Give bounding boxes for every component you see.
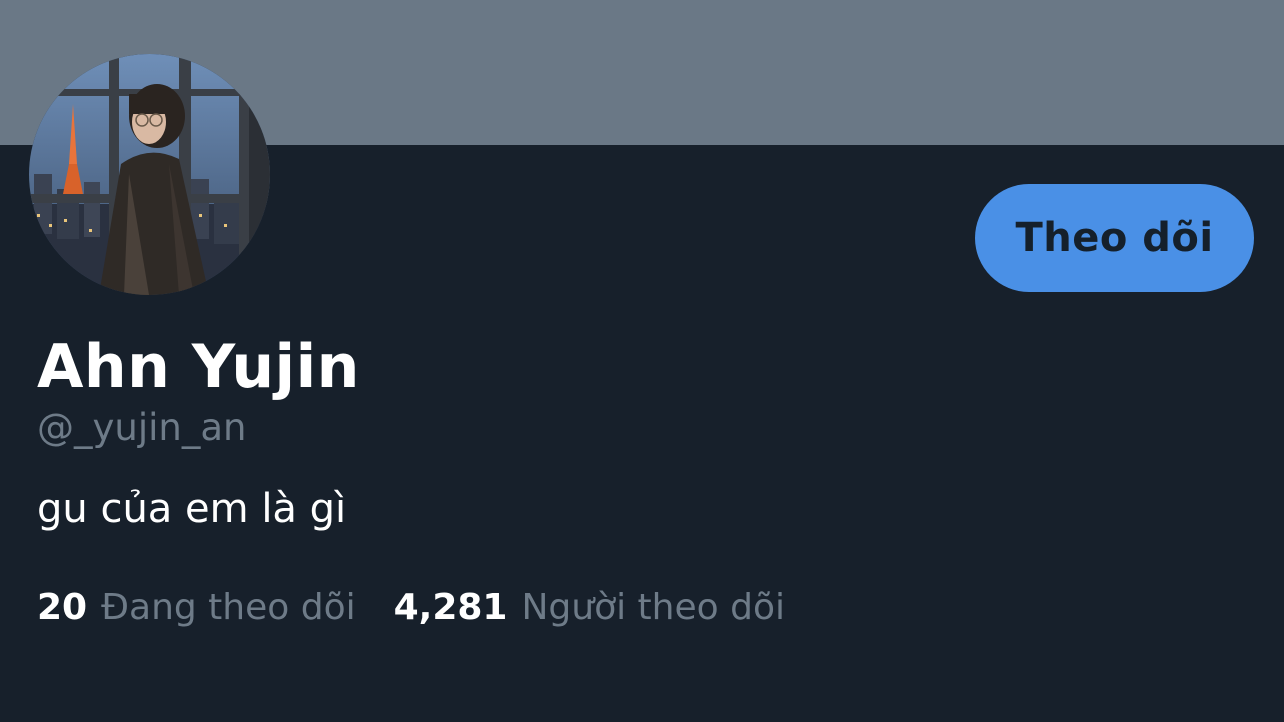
profile-bio: gu của em là gì [37, 486, 347, 532]
followers-label: Người theo dõi [521, 587, 785, 628]
following-count: 20 [37, 587, 88, 628]
profile-header: Theo dõi Ahn Yujin @_yujin_an gu của em … [0, 0, 1284, 722]
follow-stats: 20 Đang theo dõi 4,281 Người theo dõi [37, 585, 785, 631]
display-name: Ahn Yujin [37, 332, 360, 402]
following-stat[interactable]: 20 Đang theo dõi [37, 585, 356, 631]
avatar[interactable] [29, 54, 270, 295]
followers-stat[interactable]: 4,281 Người theo dõi [394, 585, 785, 631]
followers-count: 4,281 [393, 587, 508, 628]
following-label: Đang theo dõi [101, 587, 356, 628]
username-handle: @_yujin_an [37, 406, 247, 449]
follow-button[interactable]: Theo dõi [975, 184, 1254, 292]
follow-button-label: Theo dõi [1015, 215, 1214, 261]
